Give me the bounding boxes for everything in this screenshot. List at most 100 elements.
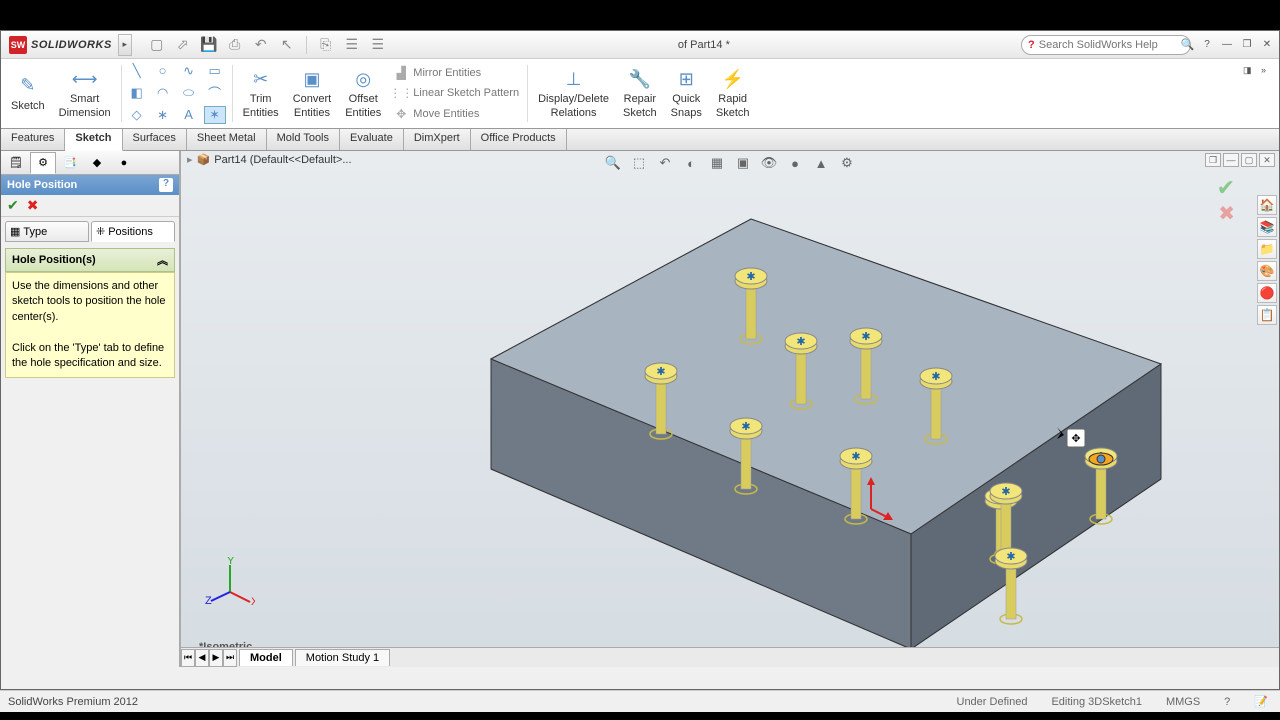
vp-minimize-button[interactable]: ― — [1223, 153, 1239, 167]
feature-tree-tab[interactable]: 🗒 — [3, 152, 29, 174]
point-icon[interactable]: ∗ — [152, 106, 174, 124]
hide-show-icon[interactable]: 👁 — [759, 153, 779, 173]
view-orient-icon[interactable]: ▦ — [707, 153, 727, 173]
select-icon[interactable]: ↖ — [278, 36, 296, 54]
options-icon[interactable]: ☰ — [343, 36, 361, 54]
config-tab[interactable]: 📑 — [57, 152, 83, 174]
section-view-icon[interactable]: ◐ — [681, 153, 701, 173]
display-style-icon[interactable]: ▣ — [733, 153, 753, 173]
menu-dropdown-button[interactable]: ▸ — [118, 34, 132, 56]
rect-icon[interactable]: ▭ — [204, 62, 226, 80]
arc-icon[interactable]: ◠ — [152, 84, 174, 102]
cancel-icon[interactable]: ✖ — [27, 197, 39, 214]
mirror-button[interactable]: ▟Mirror Entities — [389, 64, 523, 82]
status-help-icon[interactable]: ? — [1220, 696, 1234, 708]
status-note-icon[interactable]: 📝 — [1250, 695, 1272, 708]
save-icon[interactable]: 💾 — [200, 36, 218, 54]
tab-sketch[interactable]: Sketch — [65, 129, 122, 151]
separator — [306, 36, 307, 54]
open-icon[interactable]: ⬀ — [174, 36, 192, 54]
view-settings-icon[interactable]: ⚙ — [837, 153, 857, 173]
property-manager-tab[interactable]: ⚙ — [30, 152, 56, 174]
model-3d-view[interactable]: ✱ ✱ ✱ ✱ ✱ ✱ ✱ ✱ — [381, 179, 1251, 659]
text-icon[interactable]: A — [178, 106, 200, 124]
scene-icon[interactable]: ▲ — [811, 153, 831, 173]
prev-view-icon[interactable]: ↶ — [655, 153, 675, 173]
pm-section-header[interactable]: Hole Position(s) ︽ — [5, 248, 175, 272]
convert-button[interactable]: ▣ Convert Entities — [287, 61, 338, 126]
linear-pattern-button[interactable]: ⋮⋮Linear Sketch Pattern — [389, 84, 523, 102]
point-active-icon[interactable]: ✶ — [204, 106, 226, 124]
options2-icon[interactable]: ☰ — [369, 36, 387, 54]
resources-icon[interactable]: 🏠 — [1257, 195, 1277, 215]
tab-first-button[interactable]: ⏮ — [181, 649, 195, 667]
vp-maximize-button[interactable]: ▢ — [1241, 153, 1257, 167]
rapid-sketch-button[interactable]: ⚡ Rapid Sketch — [710, 61, 756, 126]
view-palette-icon[interactable]: 🎨 — [1257, 261, 1277, 281]
design-lib-icon[interactable]: 📚 — [1257, 217, 1277, 237]
tab-office-products[interactable]: Office Products — [471, 129, 567, 150]
tab-mold-tools[interactable]: Mold Tools — [267, 129, 340, 150]
offset-button[interactable]: ◎ Offset Entities — [339, 61, 387, 126]
tab-next-button[interactable]: ▶ — [209, 649, 223, 667]
rect2-icon[interactable]: ◧ — [126, 84, 148, 102]
line-icon[interactable]: ╲ — [126, 62, 148, 80]
trim-button[interactable]: ✂ Trim Entities — [237, 61, 285, 126]
minimize-button[interactable]: ― — [1219, 37, 1235, 53]
maximize-button[interactable]: ❐ — [1239, 37, 1255, 53]
tab-sheet-metal[interactable]: Sheet Metal — [187, 129, 267, 150]
pm-tab-positions[interactable]: ⁜Positions — [91, 221, 175, 242]
appearances-icon[interactable]: 🔴 — [1257, 283, 1277, 303]
zoom-area-icon[interactable]: ⬚ — [629, 153, 649, 173]
appearance-icon[interactable]: ● — [785, 153, 805, 173]
repair-sketch-button[interactable]: 🔧 Repair Sketch — [617, 61, 663, 126]
smart-dimension-button[interactable]: ⟷ Smart Dimension — [53, 61, 117, 126]
search-icon[interactable]: 🔍 — [1181, 38, 1195, 51]
help-search[interactable]: ? 🔍 — [1021, 35, 1191, 55]
ribbon-expand-button[interactable]: » — [1259, 63, 1273, 77]
tab-motion-study[interactable]: Motion Study 1 — [295, 649, 390, 666]
ok-icon[interactable]: ✔ — [7, 197, 19, 214]
new-icon[interactable]: ▢ — [148, 36, 166, 54]
tab-last-button[interactable]: ⏭ — [223, 649, 237, 667]
print-icon[interactable]: ⎙ — [226, 36, 244, 54]
circle-icon[interactable]: ○ — [152, 62, 174, 80]
ellipse-icon[interactable]: ⬭ — [178, 84, 200, 102]
tab-dimxpert[interactable]: DimXpert — [404, 129, 471, 150]
breadcrumb[interactable]: ▸ 📦 Part14 (Default<<Default>... — [187, 153, 352, 166]
file-explorer-icon[interactable]: 📁 — [1257, 239, 1277, 259]
expand-icon[interactable]: ▸ — [187, 153, 193, 166]
pm-help-button[interactable]: ? — [159, 178, 173, 192]
trim-label: Trim Entities — [243, 93, 279, 119]
tab-surfaces[interactable]: Surfaces — [123, 129, 187, 150]
tab-evaluate[interactable]: Evaluate — [340, 129, 404, 150]
plane-icon[interactable]: ◇ — [126, 106, 148, 124]
display-tab[interactable]: ● — [111, 152, 137, 174]
zoom-fit-icon[interactable]: 🔍 — [603, 153, 623, 173]
display-relations-button[interactable]: ⊥ Display/Delete Relations — [532, 61, 615, 126]
fillet-icon[interactable]: ⌒ — [204, 84, 226, 102]
quick-snaps-button[interactable]: ⊞ Quick Snaps — [665, 61, 708, 126]
sketch-button[interactable]: ✎ Sketch — [5, 61, 51, 126]
tab-features[interactable]: Features — [1, 129, 65, 150]
dimxpert-tab[interactable]: ◆ — [84, 152, 110, 174]
rapid-icon: ⚡ — [721, 67, 745, 91]
repair-label: Repair Sketch — [623, 93, 657, 119]
pm-tab-type[interactable]: ▦Type — [5, 221, 89, 242]
rebuild-icon[interactable]: ⎘ — [317, 36, 335, 54]
vp-close-button[interactable]: ✕ — [1259, 153, 1275, 167]
search-input[interactable] — [1039, 39, 1181, 51]
close-button[interactable]: ✕ — [1259, 37, 1275, 53]
ribbon-collapse-button[interactable]: ◨ — [1241, 63, 1255, 78]
tab-model[interactable]: Model — [239, 649, 293, 666]
vp-restore-button[interactable]: ❐ — [1205, 153, 1221, 167]
help-icon[interactable]: ? — [1199, 37, 1215, 53]
move-button[interactable]: ✥Move Entities — [389, 105, 523, 123]
tab-nav: ⏮ ◀ ▶ ⏭ — [181, 649, 237, 667]
undo-icon[interactable]: ↶ — [252, 36, 270, 54]
status-units[interactable]: MMGS — [1162, 696, 1204, 708]
graphics-area[interactable]: ▸ 📦 Part14 (Default<<Default>... 🔍 ⬚ ↶ ◐… — [181, 151, 1279, 667]
custom-props-icon[interactable]: 📋 — [1257, 305, 1277, 325]
tab-prev-button[interactable]: ◀ — [195, 649, 209, 667]
spline-icon[interactable]: ∿ — [178, 62, 200, 80]
